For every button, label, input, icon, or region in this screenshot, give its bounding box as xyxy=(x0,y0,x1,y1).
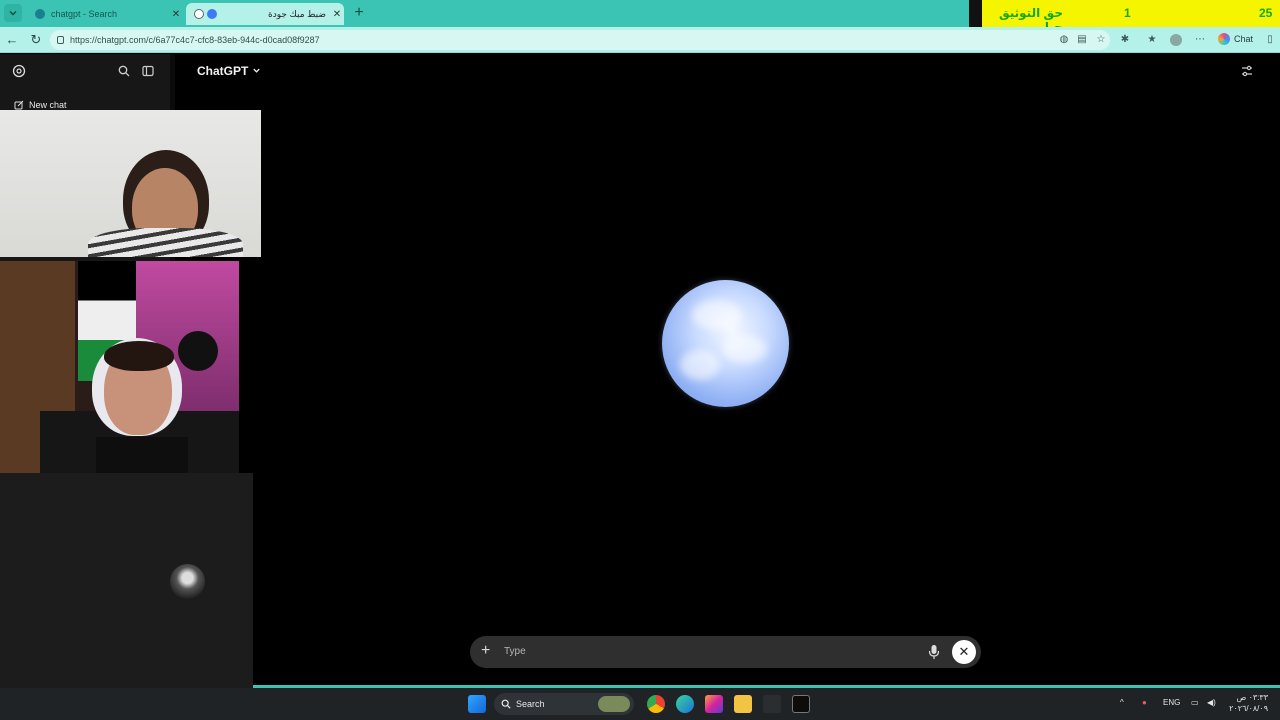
person-hair xyxy=(104,341,174,371)
participant-avatar xyxy=(170,564,205,599)
microphone-in-use-icon[interactable]: ● xyxy=(1142,698,1147,707)
file-explorer-icon[interactable] xyxy=(734,695,752,713)
voice-input-bar: + Type ✕ xyxy=(470,636,981,668)
copilot-chat-button[interactable]: Chat xyxy=(1218,33,1253,45)
search-icon[interactable] xyxy=(118,65,130,77)
banner-count-middle: 1 xyxy=(1124,6,1131,20)
refresh-button[interactable]: ↻ xyxy=(28,32,44,48)
edge-icon[interactable] xyxy=(676,695,694,713)
toggle-sidebar-icon[interactable] xyxy=(142,65,154,77)
close-tab-icon[interactable]: ✕ xyxy=(169,9,183,20)
clock-time: ٠٣:٣٣ ص xyxy=(1236,693,1268,702)
openai-logo-icon[interactable] xyxy=(12,64,26,78)
windows-taskbar: Search ^ ● ENG ▭ ◀) ٠٣:٣٣ ص ٢٠٢٦/٠٨/٠٩ xyxy=(0,688,1280,720)
orb-cloud xyxy=(680,350,720,380)
show-hidden-icons-icon[interactable]: ^ xyxy=(1120,698,1124,707)
bing-favicon-icon xyxy=(35,9,45,19)
webcam-overlay-bottom xyxy=(0,473,253,688)
microphone-icon[interactable] xyxy=(928,644,940,660)
profile-avatar-icon[interactable] xyxy=(1170,34,1182,46)
end-voice-button[interactable]: ✕ xyxy=(952,640,976,664)
compose-icon xyxy=(14,100,24,110)
model-name: ChatGPT xyxy=(197,64,249,78)
new-tab-button[interactable]: + xyxy=(350,4,368,22)
message-input[interactable]: Type xyxy=(504,646,526,657)
taskbar-search-label: Search xyxy=(516,699,545,709)
copilot-icon xyxy=(1218,33,1230,45)
sidebar-panel-icon[interactable]: ▯ xyxy=(1264,34,1276,46)
voice-settings-icon[interactable] xyxy=(1240,64,1254,78)
language-indicator[interactable]: ENG xyxy=(1163,698,1180,707)
fan xyxy=(178,331,218,371)
clock[interactable]: ٠٣:٣٣ ص ٢٠٢٦/٠٨/٠٩ xyxy=(1224,692,1268,714)
search-highlight-icon xyxy=(598,696,630,712)
network-icon[interactable]: ▭ xyxy=(1191,698,1199,707)
webcam-overlay-middle xyxy=(0,261,239,473)
chevron-down-icon xyxy=(253,68,260,73)
start-button-icon[interactable] xyxy=(468,695,486,713)
terminal-icon[interactable] xyxy=(792,695,810,713)
back-button[interactable]: ← xyxy=(4,32,20,48)
person-shirt xyxy=(96,437,188,473)
address-toolbar: ← ↻ https://chatgpt.com/c/6a77c4c7-cfc8-… xyxy=(0,27,1280,53)
microphone-permission-icon[interactable]: ◍ xyxy=(1058,34,1070,46)
orb-cloud xyxy=(692,300,742,330)
extensions-icon[interactable]: ✱ xyxy=(1119,34,1131,46)
orb-cloud xyxy=(722,335,767,363)
add-attachment-button[interactable]: + xyxy=(481,642,490,660)
taskbar-search[interactable]: Search xyxy=(494,693,634,715)
tab-chatgpt[interactable]: ضبط مبك جودة ✕ xyxy=(186,3,344,25)
recording-indicator-icon xyxy=(207,9,217,19)
model-selector[interactable]: ChatGPT xyxy=(197,64,261,78)
tab-list-button[interactable] xyxy=(4,4,22,22)
favorites-icon[interactable]: ★ xyxy=(1146,34,1158,46)
close-tab-icon[interactable]: ✕ xyxy=(330,9,344,20)
search-icon xyxy=(501,699,511,709)
copilot-chat-label: Chat xyxy=(1234,34,1254,44)
chevron-down-icon xyxy=(9,11,17,16)
app-icon[interactable] xyxy=(763,695,781,713)
volume-icon[interactable]: ◀) xyxy=(1207,698,1216,707)
site-info-icon xyxy=(57,36,64,44)
voice-mode-orb xyxy=(662,280,789,407)
instagram-icon[interactable] xyxy=(705,695,723,713)
url-field[interactable]: https://chatgpt.com/c/6a77c4c7-cfc8-83eb… xyxy=(50,30,1110,50)
chatgpt-favicon-icon xyxy=(194,9,204,19)
banner-count-left: 25 xyxy=(1259,6,1273,20)
reader-mode-icon[interactable]: ▤ xyxy=(1076,34,1088,46)
webcam-overlay-top xyxy=(0,110,261,257)
favorite-star-icon[interactable]: ☆ xyxy=(1095,34,1107,46)
person-shirt xyxy=(88,228,243,257)
tab-search[interactable]: chatgpt - Search ✕ xyxy=(27,3,183,25)
chrome-icon[interactable] xyxy=(647,695,665,713)
url-text: https://chatgpt.com/c/6a77c4c7-cfc8-83eb… xyxy=(70,35,320,45)
new-chat-button[interactable]: New chat xyxy=(14,100,67,110)
tab-title: chatgpt - Search xyxy=(51,9,118,19)
new-chat-label: New chat xyxy=(29,100,67,110)
more-options-icon[interactable]: ⋯ xyxy=(1194,34,1206,46)
tab-title: ضبط مبك جودة xyxy=(268,8,326,19)
clock-date: ٢٠٢٦/٠٨/٠٩ xyxy=(1229,704,1268,713)
